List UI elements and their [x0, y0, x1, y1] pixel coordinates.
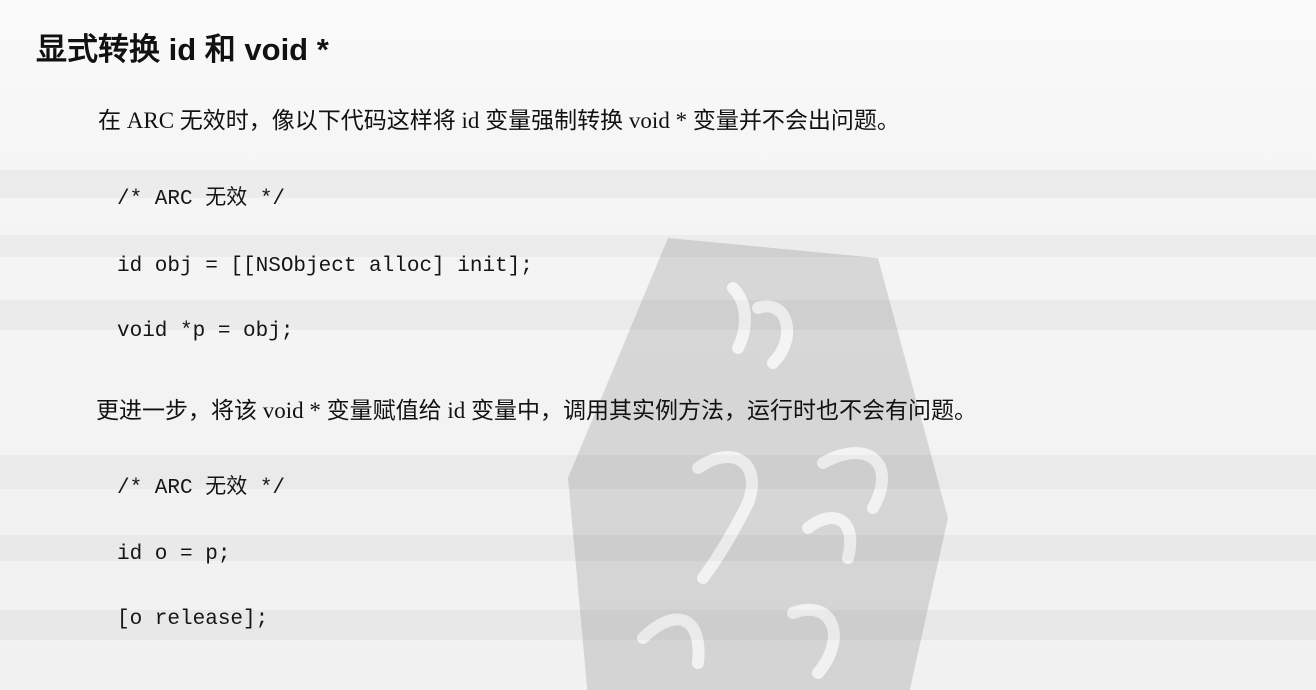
code-line: /* ARC 无效 */	[117, 477, 286, 500]
paragraph-arc-disabled-cast: 在 ARC 无效时，像以下代码这样将 id 变量强制转换 void * 变量并不…	[98, 108, 900, 133]
code-line: id o = p;	[117, 543, 231, 566]
code-line: [o release];	[117, 608, 269, 631]
code-line: id obj = [[NSObject alloc] init];	[117, 255, 533, 278]
seal-watermark	[568, 238, 948, 690]
paragraph-assign-back: 更进一步，将该 void * 变量赋值给 id 变量中，调用其实例方法，运行时也…	[96, 398, 978, 423]
document-page: 显式转换 id 和 void * 在 ARC 无效时，像以下代码这样将 id 变…	[0, 0, 1316, 690]
code-line: void *p = obj;	[117, 320, 294, 343]
section-heading: 显式转换 id 和 void *	[36, 32, 329, 67]
code-line: /* ARC 无效 */	[117, 188, 286, 211]
